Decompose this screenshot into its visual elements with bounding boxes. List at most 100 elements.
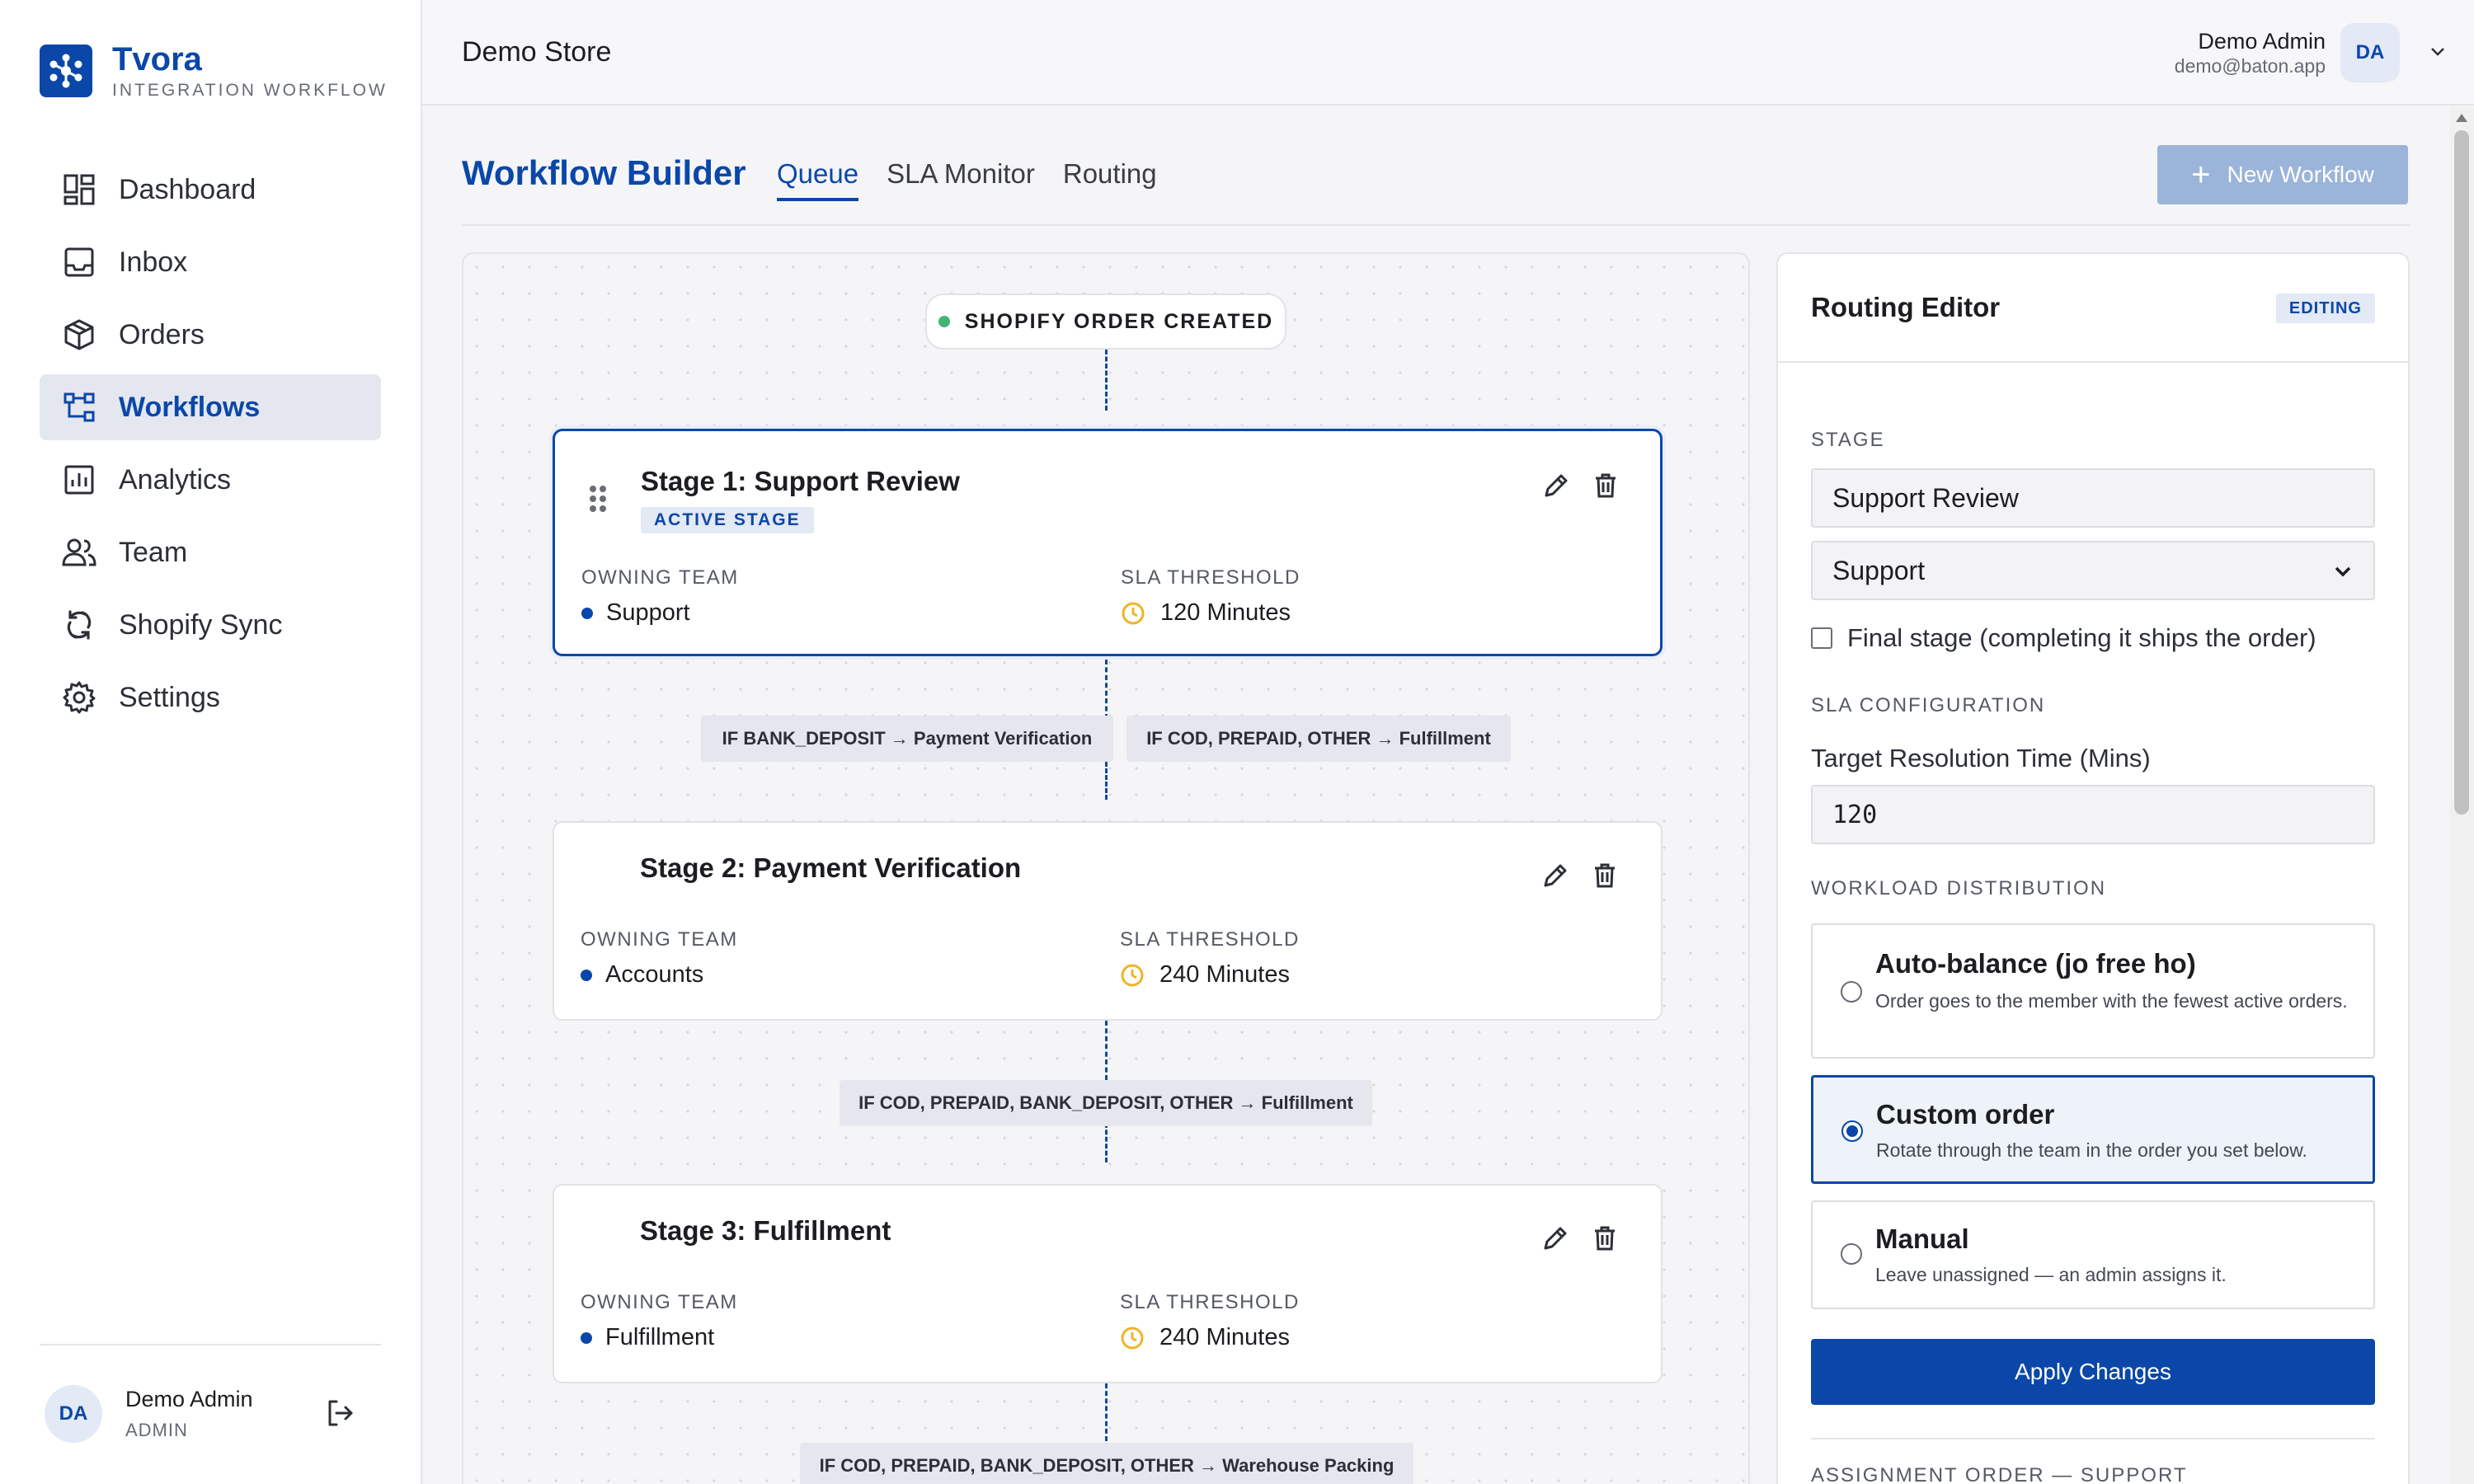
sidebar-item-label: Inbox: [119, 246, 188, 278]
sla-section-label: SLA CONFIGURATION: [1811, 694, 2046, 716]
option-title: Custom order: [1876, 1099, 2055, 1129]
sidebar-user: DA Demo Admin ADMIN: [40, 1344, 381, 1484]
sla-threshold-value: 240 Minutes: [1120, 1324, 1290, 1351]
sidebar-item-shopify-sync[interactable]: Shopify Sync: [40, 592, 381, 658]
pencil-icon[interactable]: [1541, 471, 1574, 504]
routing-rule-chip[interactable]: IF COD, PREPAID, BANK_DEPOSIT, OTHER → W…: [800, 1443, 1413, 1484]
final-stage-checkbox[interactable]: [1811, 627, 1832, 649]
stage-card[interactable]: Stage 3: Fulfillment OWNING TEAM Fulfill…: [553, 1184, 1663, 1383]
divider: [1811, 1438, 2375, 1439]
routing-rule-chip[interactable]: IF COD, PREPAID, BANK_DEPOSIT, OTHER → F…: [840, 1080, 1372, 1126]
connector-line: [1105, 660, 1108, 719]
trash-icon[interactable]: [1590, 861, 1623, 894]
sidebar-item-dashboard[interactable]: Dashboard: [40, 157, 381, 223]
status-badge: ACTIVE STAGE: [641, 507, 814, 533]
option-description: Rotate through the team in the order you…: [1876, 1139, 2307, 1161]
page-scrollbar[interactable]: [2449, 107, 2474, 1484]
sidebar-item-label: Team: [119, 536, 188, 568]
sidebar-item-label: Orders: [119, 318, 205, 350]
radio-button[interactable]: [1841, 1243, 1862, 1265]
gear-icon: [61, 679, 97, 716]
target-resolution-label: Target Resolution Time (Mins): [1811, 744, 2151, 773]
workflow-icon: [61, 389, 97, 425]
scroll-up-icon[interactable]: [2456, 114, 2467, 122]
avatar[interactable]: DA: [45, 1385, 102, 1443]
scrollbar-thumb[interactable]: [2454, 130, 2469, 815]
apply-changes-button[interactable]: Apply Changes: [1811, 1339, 2375, 1405]
sidebar-item-analytics[interactable]: Analytics: [40, 447, 381, 513]
chevron-down-icon[interactable]: [2418, 31, 2458, 71]
workload-option-auto-balance[interactable]: Auto-balance (jo free ho) Order goes to …: [1811, 923, 2375, 1059]
clock-icon: [1120, 963, 1145, 988]
brand-subtitle: INTEGRATION WORKFLOW: [112, 81, 388, 100]
tab-sla-monitor[interactable]: SLA Monitor: [887, 158, 1035, 201]
trigger-label: SHOPIFY ORDER CREATED: [964, 309, 1274, 333]
team-select[interactable]: Support: [1811, 541, 2375, 600]
sidebar: Tvora INTEGRATION WORKFLOW Dashboard Inb…: [0, 0, 422, 1484]
stage-card[interactable]: Stage 2: Payment Verification OWNING TEA…: [553, 821, 1663, 1021]
pencil-icon[interactable]: [1540, 1223, 1573, 1256]
connector-line: [1105, 762, 1108, 800]
chevron-down-icon: [2329, 557, 2357, 585]
trash-icon[interactable]: [1591, 471, 1624, 504]
team-name: Support: [606, 599, 690, 626]
team-dot-icon: [581, 1331, 592, 1344]
option-description: Order goes to the member with the fewest…: [1875, 990, 2348, 1012]
sidebar-item-team[interactable]: Team: [40, 519, 381, 585]
owning-team-label: OWNING TEAM: [581, 928, 738, 951]
workload-option-custom-order[interactable]: Custom order Rotate through the team in …: [1811, 1075, 2375, 1184]
sidebar-item-label: Dashboard: [119, 173, 256, 205]
trash-icon[interactable]: [1590, 1223, 1623, 1256]
owning-team-value: Accounts: [581, 961, 703, 989]
stage-title: Stage 3: Fulfillment: [640, 1215, 891, 1246]
new-workflow-label: New Workflow: [2227, 162, 2374, 187]
sidebar-item-label: Analytics: [119, 463, 232, 495]
sla-value: 120 Minutes: [1160, 599, 1291, 626]
sidebar-user-name: Demo Admin: [125, 1387, 253, 1411]
brand[interactable]: Tvora INTEGRATION WORKFLOW: [40, 41, 388, 101]
connector-line: [1105, 1123, 1108, 1162]
page-tabs: Queue SLA Monitor Routing: [777, 158, 1185, 201]
assignment-order-label: ASSIGNMENT ORDER — SUPPORT: [1811, 1464, 2188, 1484]
brand-logo-icon: [40, 45, 92, 97]
inbox-icon: [61, 244, 97, 280]
sidebar-item-inbox[interactable]: Inbox: [40, 229, 381, 295]
pencil-icon[interactable]: [1540, 861, 1573, 894]
plus-icon: +: [2191, 157, 2211, 193]
new-workflow-button[interactable]: + New Workflow: [2157, 145, 2408, 204]
divider: [462, 224, 2410, 226]
workload-option-manual[interactable]: Manual Leave unassigned — an admin assig…: [1811, 1200, 2375, 1309]
drag-handle-icon[interactable]: [588, 484, 608, 514]
owning-team-value: Fulfillment: [581, 1324, 714, 1351]
tab-routing[interactable]: Routing: [1063, 158, 1157, 201]
routing-rule-chip[interactable]: IF COD, PREPAID, OTHER → Fulfillment: [1126, 716, 1511, 762]
routing-rule-chip[interactable]: IF BANK_DEPOSIT → Payment Verification: [701, 716, 1113, 762]
clock-icon: [1120, 1326, 1145, 1350]
sidebar-item-label: Shopify Sync: [119, 608, 283, 641]
stage-name-input[interactable]: [1811, 468, 2375, 528]
sla-threshold-label: SLA THRESHOLD: [1120, 928, 1300, 951]
panel-title: Routing Editor: [1811, 292, 2001, 322]
stage-title: Stage 1: Support Review: [641, 466, 960, 496]
radio-button[interactable]: [1841, 1120, 1863, 1142]
stage-section-label: STAGE: [1811, 429, 1885, 451]
connector-line: [1105, 1383, 1108, 1441]
sidebar-item-settings[interactable]: Settings: [40, 665, 381, 730]
sidebar-item-label: Settings: [119, 681, 220, 713]
sidebar-item-orders[interactable]: Orders: [40, 302, 381, 368]
sidebar-item-workflows[interactable]: Workflows: [40, 374, 381, 440]
sla-value: 240 Minutes: [1159, 961, 1290, 988]
divider: [1778, 361, 2408, 363]
target-resolution-input[interactable]: [1811, 785, 2375, 844]
sidebar-user-role: ADMIN: [125, 1420, 188, 1440]
avatar[interactable]: DA: [2340, 23, 2400, 82]
trigger-node[interactable]: SHOPIFY ORDER CREATED: [925, 294, 1286, 350]
header-user-menu[interactable]: Demo Admin demo@baton.app DA: [2175, 23, 2400, 82]
sync-icon: [61, 607, 97, 643]
final-stage-option[interactable]: Final stage (completing it ships the ord…: [1811, 623, 2316, 653]
sidebar-item-label: Workflows: [119, 391, 261, 423]
tab-queue[interactable]: Queue: [777, 158, 859, 201]
stage-card[interactable]: Stage 1: Support Review ACTIVE STAGE OWN…: [553, 429, 1663, 656]
logout-icon[interactable]: [323, 1397, 360, 1433]
radio-button[interactable]: [1841, 981, 1862, 1003]
